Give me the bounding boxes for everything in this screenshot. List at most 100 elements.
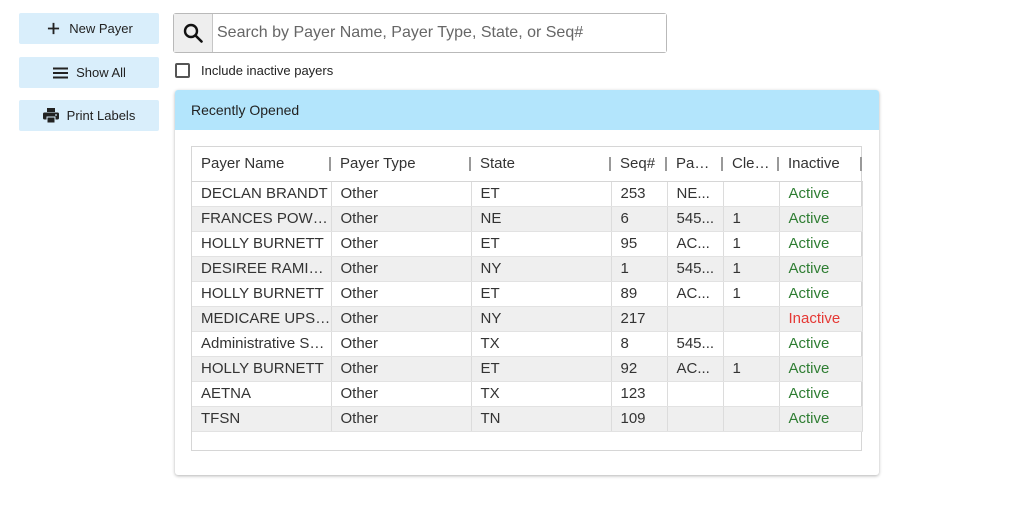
column-header[interactable]: Clearinghouse [723,147,779,182]
table-cell-name: HOLLY BURNETT [192,356,332,382]
column-header[interactable]: Payer Name [192,147,331,182]
table-cell-state: NY [471,306,612,332]
table-row[interactable]: TFSN Other TN 109 Active [192,406,863,432]
table-cell-state: ET [471,356,612,382]
table-cell-payer: 545... [667,256,724,282]
column-header[interactable]: Inactive [779,147,862,182]
table-cell-clear [723,181,780,207]
column-header[interactable]: Payer Type [331,147,471,182]
table-cell-status: Active [779,206,863,232]
table-cell-name: TFSN [192,406,332,432]
search-bar [173,13,667,53]
search-icon[interactable] [174,14,213,52]
table-cell-seq: 95 [611,231,668,257]
table-cell-clear [723,306,780,332]
table-row[interactable]: HOLLY BURNETT Other ET 95 AC... 1 Active [192,231,863,257]
table-cell-name: FRANCES POWELL [192,206,332,232]
table-cell-state: NE [471,206,612,232]
table-cell-status: Active [779,281,863,307]
table-cell-seq: 253 [611,181,668,207]
column-header[interactable]: Payer ID [667,147,723,182]
table-row[interactable]: DESIREE RAMIREZ Other NY 1 545... 1 Active [192,256,863,282]
table-cell-status: Active [779,356,863,382]
table-cell-type: Other [331,306,472,332]
table-cell-state: NY [471,256,612,282]
table-cell-payer: NE... [667,181,724,207]
table-cell-name: AETNA [192,381,332,407]
table-cell-name: Administrative Services [192,331,332,357]
table-cell-state: ET [471,281,612,307]
table-cell-payer: AC... [667,231,724,257]
column-header[interactable]: Seq# [611,147,667,182]
plus-icon [45,21,61,37]
table-cell-clear [723,381,780,407]
table-cell-name: HOLLY BURNETT [192,281,332,307]
table-cell-seq: 123 [611,381,668,407]
table-cell-status: Active [779,381,863,407]
panel-title: Recently Opened [175,90,879,130]
table-cell-state: TX [471,381,612,407]
table-cell-clear: 1 [723,206,780,232]
table-cell-clear [723,406,780,432]
table-cell-state: ET [471,231,612,257]
table-cell-type: Other [331,181,472,207]
include-inactive-label: Include inactive payers [201,63,334,78]
table-cell-status: Inactive [779,306,863,332]
table-cell-type: Other [331,331,472,357]
table-cell-type: Other [331,231,472,257]
table-row[interactable]: HOLLY BURNETT Other ET 89 AC... 1 Active [192,281,863,307]
table-row[interactable]: FRANCES POWELL Other NE 6 545... 1 Active [192,206,863,232]
table-cell-seq: 89 [611,281,668,307]
table-cell-name: DECLAN BRANDT [192,181,332,207]
show-all-button[interactable]: Show All [19,57,159,88]
table-cell-state: TX [471,331,612,357]
new-payer-label: New Payer [69,21,133,36]
menu-icon [52,65,68,81]
table-cell-status: Active [779,331,863,357]
printer-icon [42,108,59,124]
include-inactive-checkbox[interactable] [175,63,190,78]
column-header[interactable]: State [471,147,611,182]
table-cell-payer [667,406,724,432]
table-cell-name: DESIREE RAMIREZ [192,256,332,282]
table-cell-state: ET [471,181,612,207]
show-all-label: Show All [76,65,126,80]
table-cell-seq: 6 [611,206,668,232]
payers-table: Payer Name Payer Type State Seq# Payer I… [191,146,863,451]
table-cell-seq: 1 [611,256,668,282]
table-cell-type: Other [331,381,472,407]
table-cell-status: Active [779,406,863,432]
table-cell-payer: 545... [667,331,724,357]
table-cell-clear: 1 [723,231,780,257]
table-cell-status: Active [779,256,863,282]
table-cell-seq: 8 [611,331,668,357]
table-cell-payer: 545... [667,206,724,232]
table-cell-type: Other [331,406,472,432]
table-row[interactable]: MEDICARE UPSTATEOtherNY217 Inactive [192,306,863,332]
table-cell-clear: 1 [723,356,780,382]
table-cell-type: Other [331,281,472,307]
table-cell-seq: 217 [611,306,668,332]
table-cell-clear: 1 [723,281,780,307]
table-cell-name: MEDICARE UPSTATE [192,306,332,332]
table-cell-type: Other [331,356,472,382]
table-cell-seq: 92 [611,356,668,382]
search-input[interactable] [213,14,666,52]
table-cell-state: TN [471,406,612,432]
column-resize-handle[interactable] [860,157,862,171]
include-inactive-option[interactable]: Include inactive payers [175,63,333,78]
table-row[interactable]: AETNA Other TX 123 Active [192,381,863,407]
recently-opened-panel: Recently Opened Payer Name Payer Type St… [175,90,879,475]
new-payer-button[interactable]: New Payer [19,13,159,44]
table-row[interactable]: Administrative ServicesOtherTX8545... Act… [192,331,863,357]
table-row[interactable]: HOLLY BURNETT Other ET 92 AC... 1 Active [192,356,863,382]
table-cell-clear [723,331,780,357]
table-cell-payer: AC... [667,356,724,382]
print-labels-label: Print Labels [66,108,136,123]
table-row[interactable]: DECLAN BRANDT Other ET 253 NE... Active [192,181,863,207]
table-cell-type: Other [331,256,472,282]
table-cell-payer [667,381,724,407]
table-cell-status: Active [779,181,863,207]
print-labels-button[interactable]: Print Labels [19,100,159,131]
table-cell-type: Other [331,206,472,232]
